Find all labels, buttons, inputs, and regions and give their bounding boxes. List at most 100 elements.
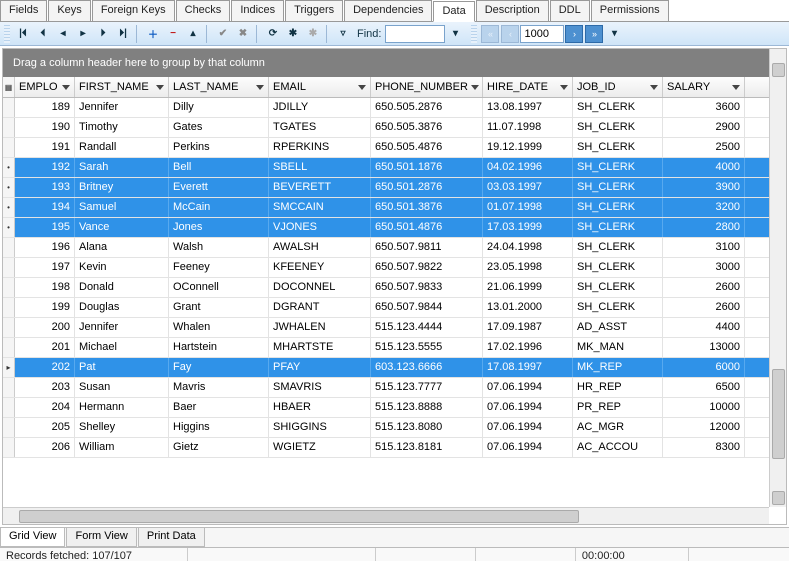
cell-email[interactable]: HBAER (269, 398, 371, 417)
nav-last-icon[interactable]: ⏵| (114, 25, 132, 43)
cell-employee-id[interactable]: 200 (15, 318, 75, 337)
cell-phone[interactable]: 650.507.9811 (371, 238, 483, 257)
chevron-down-icon[interactable] (358, 85, 366, 90)
cell-salary[interactable]: 3900 (663, 178, 745, 197)
row-indicator[interactable] (3, 418, 15, 437)
row-indicator[interactable] (3, 398, 15, 417)
cell-job-id[interactable]: SH_CLERK (573, 218, 663, 237)
cell-hire-date[interactable]: 07.06.1994 (483, 398, 573, 417)
cell-employee-id[interactable]: 202 (15, 358, 75, 377)
tab-fields[interactable]: Fields (0, 0, 47, 21)
cell-phone[interactable]: 650.505.4876 (371, 138, 483, 157)
cell-hire-date[interactable]: 07.06.1994 (483, 418, 573, 437)
cell-hire-date[interactable]: 17.08.1997 (483, 358, 573, 377)
cell-hire-date[interactable]: 17.09.1987 (483, 318, 573, 337)
btab-grid-view[interactable]: Grid View (0, 528, 65, 547)
cell-email[interactable]: VJONES (269, 218, 371, 237)
cell-salary[interactable]: 2800 (663, 218, 745, 237)
scroll-thumb[interactable] (772, 369, 785, 459)
cell-employee-id[interactable]: 198 (15, 278, 75, 297)
cell-first-name[interactable]: Donald (75, 278, 169, 297)
cell-hire-date[interactable]: 24.04.1998 (483, 238, 573, 257)
tab-indices[interactable]: Indices (231, 0, 284, 21)
col-employee-id[interactable]: EMPLO (15, 77, 75, 97)
tab-ddl[interactable]: DDL (550, 0, 590, 21)
chevron-down-icon[interactable] (256, 85, 264, 90)
row-indicator[interactable]: • (3, 218, 15, 237)
refresh-icon[interactable]: ⟳ (264, 25, 282, 43)
find-input[interactable] (385, 25, 445, 43)
table-row[interactable]: 198DonaldOConnellDOCONNEL650.507.983321.… (3, 278, 769, 298)
cell-salary[interactable]: 2600 (663, 278, 745, 297)
cell-phone[interactable]: 515.123.5555 (371, 338, 483, 357)
cell-email[interactable]: PFAY (269, 358, 371, 377)
cell-first-name[interactable]: William (75, 438, 169, 457)
cell-employee-id[interactable]: 191 (15, 138, 75, 157)
cell-phone[interactable]: 515.123.8181 (371, 438, 483, 457)
cell-phone[interactable]: 650.505.3876 (371, 118, 483, 137)
table-row[interactable]: 197KevinFeeneyKFEENEY650.507.982223.05.1… (3, 258, 769, 278)
delete-row-icon[interactable]: − (164, 25, 182, 43)
bookmark2-icon[interactable]: ✱ (304, 25, 322, 43)
row-indicator[interactable]: • (3, 158, 15, 177)
chevron-down-icon[interactable] (62, 85, 70, 90)
cell-last-name[interactable]: Jones (169, 218, 269, 237)
cell-salary[interactable]: 4400 (663, 318, 745, 337)
cell-first-name[interactable]: Randall (75, 138, 169, 157)
vertical-scrollbar[interactable] (769, 49, 786, 507)
cell-salary[interactable]: 6500 (663, 378, 745, 397)
cell-salary[interactable]: 3600 (663, 98, 745, 117)
cell-salary[interactable]: 12000 (663, 418, 745, 437)
cell-hire-date[interactable]: 04.02.1996 (483, 158, 573, 177)
cell-phone[interactable]: 650.507.9844 (371, 298, 483, 317)
cell-email[interactable]: SBELL (269, 158, 371, 177)
cell-email[interactable]: TGATES (269, 118, 371, 137)
row-indicator[interactable] (3, 298, 15, 317)
cell-last-name[interactable]: Gates (169, 118, 269, 137)
cell-first-name[interactable]: Pat (75, 358, 169, 377)
cell-employee-id[interactable]: 192 (15, 158, 75, 177)
toolbar-grip[interactable] (4, 25, 10, 43)
cell-employee-id[interactable]: 203 (15, 378, 75, 397)
cell-first-name[interactable]: Timothy (75, 118, 169, 137)
cell-salary[interactable]: 2600 (663, 298, 745, 317)
row-indicator[interactable] (3, 258, 15, 277)
cell-hire-date[interactable]: 07.06.1994 (483, 378, 573, 397)
cell-salary[interactable]: 10000 (663, 398, 745, 417)
cell-phone[interactable]: 515.123.8080 (371, 418, 483, 437)
cell-employee-id[interactable]: 197 (15, 258, 75, 277)
cell-salary[interactable]: 3200 (663, 198, 745, 217)
cell-email[interactable]: JWHALEN (269, 318, 371, 337)
col-salary[interactable]: SALARY (663, 77, 745, 97)
col-first-name[interactable]: FIRST_NAME (75, 77, 169, 97)
cell-salary[interactable]: 2500 (663, 138, 745, 157)
chevron-down-icon[interactable] (156, 85, 164, 90)
table-row[interactable]: 203SusanMavrisSMAVRIS515.123.777707.06.1… (3, 378, 769, 398)
page-last-icon[interactable]: » (585, 25, 603, 43)
col-last-name[interactable]: LAST_NAME (169, 77, 269, 97)
cell-last-name[interactable]: Fay (169, 358, 269, 377)
scroll-up-arrow[interactable] (772, 63, 785, 77)
commit-icon[interactable]: ✔ (214, 25, 232, 43)
page-next-icon[interactable]: › (565, 25, 583, 43)
cell-phone[interactable]: 650.501.2876 (371, 178, 483, 197)
cell-email[interactable]: SMAVRIS (269, 378, 371, 397)
cell-first-name[interactable]: Hermann (75, 398, 169, 417)
cell-email[interactable]: BEVERETT (269, 178, 371, 197)
row-indicator[interactable]: ▸ (3, 358, 15, 377)
cell-salary[interactable]: 3100 (663, 238, 745, 257)
cell-employee-id[interactable]: 206 (15, 438, 75, 457)
cell-hire-date[interactable]: 03.03.1997 (483, 178, 573, 197)
table-row[interactable]: 190TimothyGatesTGATES650.505.387611.07.1… (3, 118, 769, 138)
nav-next-icon[interactable]: ⏵ (94, 25, 112, 43)
cell-last-name[interactable]: Baer (169, 398, 269, 417)
table-row[interactable]: 201MichaelHartsteinMHARTSTE515.123.55551… (3, 338, 769, 358)
cell-hire-date[interactable]: 13.01.2000 (483, 298, 573, 317)
col-hire-date[interactable]: HIRE_DATE (483, 77, 573, 97)
chevron-down-icon[interactable] (732, 85, 740, 90)
cell-hire-date[interactable]: 07.06.1994 (483, 438, 573, 457)
cell-employee-id[interactable]: 201 (15, 338, 75, 357)
cell-last-name[interactable]: Feeney (169, 258, 269, 277)
cell-job-id[interactable]: SH_CLERK (573, 198, 663, 217)
cell-email[interactable]: DGRANT (269, 298, 371, 317)
